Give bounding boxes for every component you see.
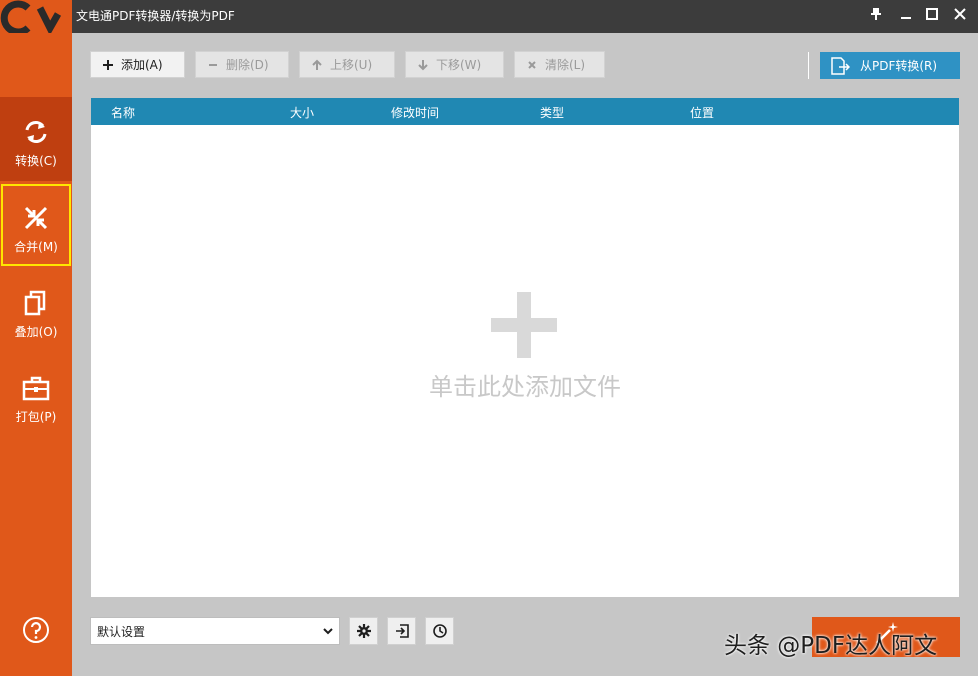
convert-icon <box>25 121 47 143</box>
move-down-button[interactable]: 下移(W) <box>405 51 504 78</box>
merge-icon <box>24 206 48 230</box>
gear-icon <box>356 624 371 638</box>
schedule-button[interactable] <box>425 617 454 645</box>
file-table-header: 名称 大小 修改时间 类型 位置 <box>91 98 959 125</box>
preset-select[interactable]: 默认设置 <box>90 617 340 645</box>
sidebar-item-convert[interactable]: 转换(C) <box>0 97 72 181</box>
add-file-plus-icon <box>491 292 557 358</box>
sidebar-item-package[interactable]: 打包(P) <box>0 353 72 437</box>
close-icon <box>525 58 539 72</box>
file-drop-area[interactable]: 单击此处添加文件 <box>91 125 959 597</box>
chevron-down-icon <box>323 628 333 635</box>
settings-button[interactable] <box>349 617 378 645</box>
app-logo <box>0 0 72 33</box>
close-icon[interactable] <box>948 4 972 24</box>
minimize-icon[interactable] <box>894 4 918 24</box>
move-up-button[interactable]: 上移(U) <box>299 51 395 78</box>
minus-icon <box>206 58 220 72</box>
sidebar: 转换(C) 合并(M) 叠加(O) 打包(P) <box>0 33 72 676</box>
toolbar-divider <box>808 52 809 79</box>
maximize-icon[interactable] <box>920 4 944 24</box>
sidebar-item-merge[interactable]: 合并(M) <box>0 183 72 267</box>
help-icon[interactable] <box>22 616 50 644</box>
column-header-type[interactable]: 类型 <box>540 104 564 121</box>
delete-button[interactable]: 删除(D) <box>195 51 289 78</box>
export-icon <box>395 624 409 638</box>
column-header-size[interactable]: 大小 <box>290 104 314 121</box>
empty-hint: 单击此处添加文件 <box>429 373 621 401</box>
column-header-location[interactable]: 位置 <box>690 104 714 121</box>
clear-button[interactable]: 清除(L) <box>514 51 605 78</box>
preset-value: 默认设置 <box>97 624 146 639</box>
pin-icon[interactable] <box>864 4 888 24</box>
column-header-modified[interactable]: 修改时间 <box>391 104 439 121</box>
sidebar-item-label: 打包(P) <box>15 410 57 424</box>
sidebar-item-label: 转换(C) <box>15 154 57 168</box>
sidebar-item-label: 叠加(O) <box>14 325 58 339</box>
arrow-down-icon <box>416 58 430 72</box>
convert-from-pdf-button[interactable]: 从PDF转换(R) <box>820 52 960 79</box>
watermark: 头条 @PDF达人阿文 <box>724 633 938 659</box>
add-button[interactable]: 添加(A) <box>90 51 185 78</box>
window-title: 文电通PDF转换器/转换为PDF <box>76 9 235 23</box>
sidebar-item-overlay[interactable]: 叠加(O) <box>0 268 72 352</box>
clock-icon <box>432 624 447 638</box>
file-export-icon <box>831 56 850 75</box>
overlay-icon <box>24 290 46 316</box>
plus-icon <box>101 58 115 72</box>
package-icon <box>22 376 50 401</box>
output-folder-button[interactable] <box>387 617 416 645</box>
sidebar-item-label: 合并(M) <box>14 240 58 254</box>
title-bar: 文电通PDF转换器/转换为PDF <box>0 0 978 33</box>
column-header-name[interactable]: 名称 <box>111 104 135 121</box>
arrow-up-icon <box>310 58 324 72</box>
